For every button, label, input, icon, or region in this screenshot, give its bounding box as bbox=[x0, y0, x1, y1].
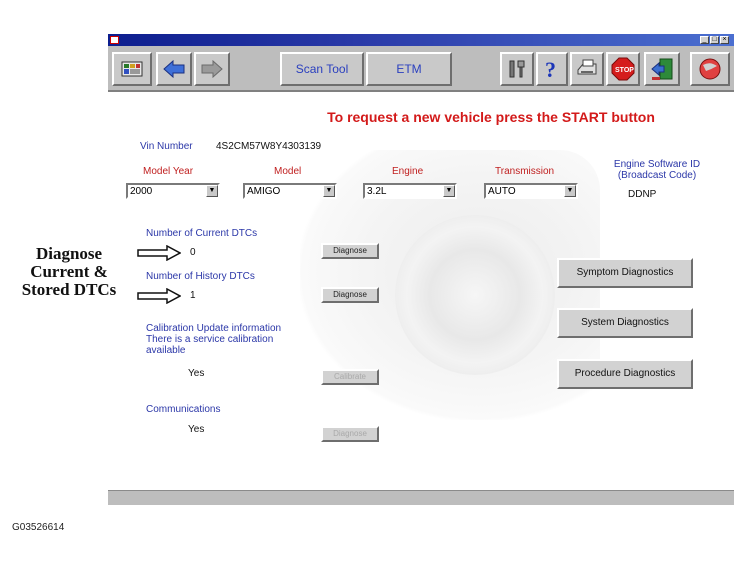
status-bar bbox=[108, 490, 734, 505]
arrow-right-icon bbox=[201, 60, 223, 78]
model-year-value: 2000 bbox=[130, 186, 153, 197]
procedure-diagnostics-button[interactable]: Procedure Diagnostics bbox=[557, 359, 693, 389]
calibration-label-line3: available bbox=[146, 345, 186, 356]
diagnose-current-button[interactable]: Diagnose bbox=[321, 243, 379, 259]
system-diagnostics-button[interactable]: System Diagnostics bbox=[557, 308, 693, 338]
callout-line2: Current & bbox=[30, 262, 108, 281]
calibration-label-line2: There is a service calibration bbox=[146, 334, 274, 345]
callout-arrow-icon bbox=[137, 245, 181, 261]
diagnose-history-button[interactable]: Diagnose bbox=[321, 287, 379, 303]
network-button[interactable] bbox=[690, 52, 730, 86]
engine-select[interactable]: 3.2L ▼ bbox=[363, 183, 457, 199]
calibration-value: Yes bbox=[188, 368, 205, 379]
etm-label: ETM bbox=[396, 62, 422, 76]
grid-icon bbox=[121, 61, 143, 77]
model-year-label: Model Year bbox=[143, 166, 194, 177]
help-button[interactable]: ? bbox=[536, 52, 568, 86]
current-dtc-value: 0 bbox=[190, 247, 196, 258]
software-id-label-line2: (Broadcast Code) bbox=[617, 170, 697, 181]
engine-value: 3.2L bbox=[367, 186, 387, 197]
calibration-label-line1: Calibration Update information bbox=[146, 323, 282, 334]
software-id-label-line1: Engine Software ID bbox=[613, 159, 701, 170]
callout-line3: Stored DTCs bbox=[21, 280, 117, 299]
calibration-info: Calibration Update information There is … bbox=[146, 323, 281, 356]
close-icon[interactable]: × bbox=[720, 36, 729, 44]
printer-icon bbox=[577, 59, 597, 75]
model-year-select[interactable]: 2000 ▼ bbox=[126, 183, 220, 199]
scan-tool-label: Scan Tool bbox=[295, 62, 349, 76]
communications-label: Communications bbox=[146, 404, 221, 415]
history-dtc-value: 1 bbox=[190, 290, 196, 301]
forward-button[interactable] bbox=[194, 52, 230, 86]
vehicle-select-button[interactable] bbox=[112, 52, 152, 86]
figure-id: G03526614 bbox=[12, 522, 65, 533]
model-select[interactable]: AMIGO ▼ bbox=[243, 183, 337, 199]
calibrate-button[interactable]: Calibrate bbox=[321, 369, 379, 385]
title-bar[interactable] bbox=[108, 34, 734, 46]
stop-button[interactable]: STOP bbox=[606, 52, 640, 86]
communications-value: Yes bbox=[188, 424, 205, 435]
etm-button[interactable]: ETM bbox=[366, 52, 452, 86]
print-button[interactable] bbox=[570, 52, 604, 86]
transmission-select[interactable]: AUTO ▼ bbox=[484, 183, 578, 199]
chevron-down-icon[interactable]: ▼ bbox=[323, 185, 335, 197]
symptom-diagnostics-button[interactable]: Symptom Diagnostics bbox=[557, 258, 693, 288]
vin-value: 4S2CM57W8Y4303139 bbox=[216, 141, 322, 152]
app-icon bbox=[110, 36, 119, 44]
chevron-down-icon[interactable]: ▼ bbox=[443, 185, 455, 197]
stop-sign-icon: STOP bbox=[611, 57, 635, 81]
model-value: AMIGO bbox=[247, 186, 281, 197]
back-button[interactable] bbox=[156, 52, 192, 86]
transmission-value: AUTO bbox=[488, 186, 516, 197]
history-dtc-label: Number of History DTCs bbox=[146, 271, 255, 282]
transmission-label: Transmission bbox=[495, 166, 555, 177]
software-id-label: Engine Software ID (Broadcast Code) bbox=[592, 159, 722, 181]
chevron-down-icon[interactable]: ▼ bbox=[206, 185, 218, 197]
software-id-value: DDNP bbox=[628, 189, 657, 200]
vin-label: Vin Number bbox=[140, 141, 193, 152]
svg-text:?: ? bbox=[545, 57, 556, 81]
model-label: Model bbox=[274, 166, 302, 177]
diagnose-communications-button[interactable]: Diagnose bbox=[321, 426, 379, 442]
callout-text: Diagnose Current & Stored DTCs bbox=[6, 245, 132, 299]
scan-tool-button[interactable]: Scan Tool bbox=[280, 52, 364, 86]
start-instruction: To request a new vehicle press the START… bbox=[327, 109, 655, 125]
tools-button[interactable] bbox=[500, 52, 534, 86]
maximize-icon[interactable]: □ bbox=[710, 36, 719, 44]
arrow-left-icon bbox=[163, 60, 185, 78]
minimize-icon[interactable]: _ bbox=[700, 36, 709, 44]
exit-door-icon bbox=[651, 58, 673, 80]
chevron-down-icon[interactable]: ▼ bbox=[564, 185, 576, 197]
question-mark-icon: ? bbox=[545, 57, 556, 81]
exit-button[interactable] bbox=[644, 52, 680, 86]
globe-icon bbox=[699, 58, 721, 80]
spare-tire-image bbox=[395, 215, 555, 375]
callout-line1: Diagnose bbox=[35, 244, 103, 263]
callout-arrow-icon bbox=[137, 288, 181, 304]
tools-icon bbox=[509, 60, 525, 78]
svg-text:STOP: STOP bbox=[615, 67, 634, 74]
current-dtc-label: Number of Current DTCs bbox=[146, 228, 258, 239]
engine-label: Engine bbox=[392, 166, 424, 177]
